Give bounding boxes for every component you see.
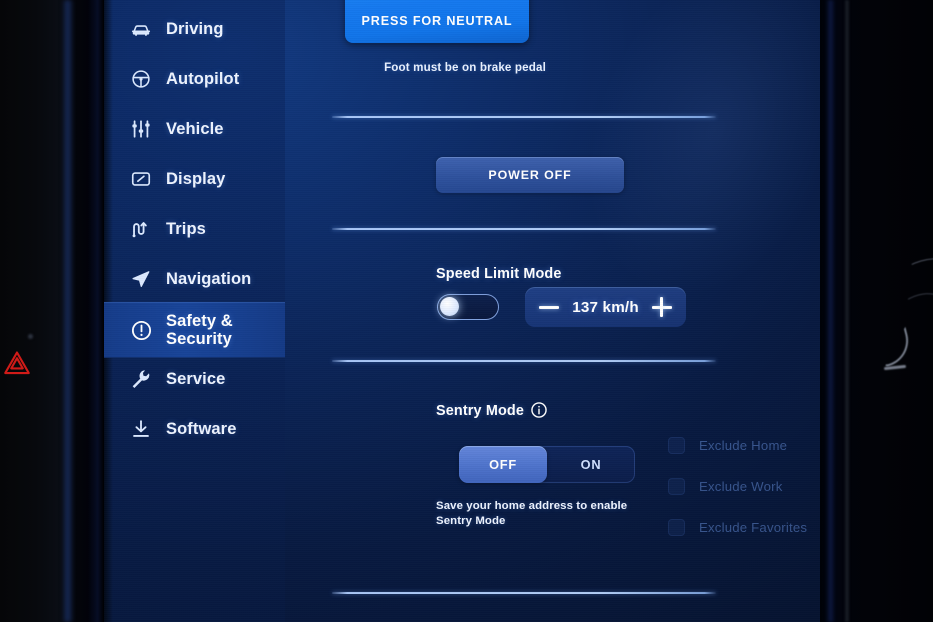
sidebar-item-label: Trips [166, 219, 206, 238]
sentry-mode-option-on[interactable]: ON [547, 446, 635, 483]
sidebar-item-driving[interactable]: Driving [104, 4, 285, 54]
sidebar-item-navigation[interactable]: Navigation [104, 254, 285, 304]
sentry-mode-hint: Save your home address to enable Sentry … [436, 500, 628, 527]
bezel-highlight-right [826, 0, 835, 622]
sidebar-item-label: Display [166, 169, 226, 188]
sentry-mode-segmented-control: OFF ON [459, 446, 635, 483]
divider-3 [332, 360, 716, 362]
sidebar-item-label: Software [166, 419, 237, 438]
checkbox-exclude-home[interactable] [668, 437, 685, 454]
plus-icon[interactable] [651, 296, 673, 318]
hazard-warning-triangle-icon[interactable] [2, 348, 32, 378]
car-icon [128, 18, 154, 40]
sidebar-item-label: Navigation [166, 269, 252, 288]
steering-wheel-icon [128, 68, 154, 90]
speed-limit-mode-title: Speed Limit Mode [436, 266, 562, 282]
divider-1 [332, 116, 716, 118]
exclude-favorites-row[interactable]: Exclude Favorites [668, 519, 807, 536]
sidebar-item-vehicle[interactable]: Vehicle [104, 104, 285, 154]
safety-security-panel: PRESS FOR NEUTRAL Foot must be on brake … [285, 0, 820, 622]
sidebar-item-safety-security[interactable]: Safety & Security [104, 302, 285, 358]
speed-limit-mode-toggle[interactable] [437, 294, 499, 320]
bezel-highlight-left [62, 0, 74, 622]
sidebar-item-label: Driving [166, 19, 224, 38]
sidebar-item-label: Autopilot [166, 69, 240, 88]
bezel-edge-right [844, 0, 850, 622]
minus-icon[interactable] [538, 296, 560, 318]
sliders-icon [128, 118, 154, 140]
divider-2 [332, 228, 716, 230]
bezel-shadow-left [88, 0, 104, 622]
sentry-mode-title: Sentry Mode [436, 403, 525, 419]
tesla-touchscreen-photo: Driving Autopilot Vehicle Display Trips … [0, 0, 933, 622]
brake-pedal-hint: Foot must be on brake pedal [384, 61, 546, 74]
press-for-neutral-button[interactable]: PRESS FOR NEUTRAL [345, 0, 529, 43]
sidebar-item-service[interactable]: Service [104, 354, 285, 404]
sentry-mode-option-off[interactable]: OFF [459, 446, 547, 483]
sidebar-item-software[interactable]: Software [104, 404, 285, 454]
alert-circle-icon [128, 319, 154, 342]
exclude-home-row[interactable]: Exclude Home [668, 437, 787, 454]
power-off-button[interactable]: POWER OFF [436, 157, 624, 193]
speed-limit-value: 137 km/h [572, 298, 639, 316]
sidebar-item-label: Safety & Security [166, 311, 233, 348]
info-icon[interactable] [530, 401, 548, 419]
wrench-icon [128, 368, 154, 390]
display-icon [128, 168, 154, 190]
sidebar-item-label: Service [166, 369, 226, 388]
download-icon [128, 418, 154, 440]
settings-sidebar: Driving Autopilot Vehicle Display Trips … [104, 0, 285, 622]
sidebar-item-display[interactable]: Display [104, 154, 285, 204]
navigation-icon [128, 268, 154, 290]
trips-icon [128, 218, 154, 240]
vehicle-touchscreen: Driving Autopilot Vehicle Display Trips … [104, 0, 820, 622]
checkbox-exclude-work[interactable] [668, 478, 685, 495]
sidebar-item-trips[interactable]: Trips [104, 204, 285, 254]
speed-limit-stepper: 137 km/h [525, 287, 686, 327]
divider-4 [332, 592, 716, 594]
checkbox-exclude-favorites[interactable] [668, 519, 685, 536]
toggle-knob [440, 297, 459, 316]
dashboard-left-bezel [0, 0, 104, 622]
exclude-work-label: Exclude Work [699, 479, 783, 494]
sidebar-item-autopilot[interactable]: Autopilot [104, 54, 285, 104]
sidebar-item-label: Vehicle [166, 119, 224, 138]
exclude-favorites-label: Exclude Favorites [699, 520, 808, 535]
dash-screw [28, 334, 33, 339]
exclude-home-label: Exclude Home [699, 438, 788, 453]
exclude-work-row[interactable]: Exclude Work [668, 478, 783, 495]
